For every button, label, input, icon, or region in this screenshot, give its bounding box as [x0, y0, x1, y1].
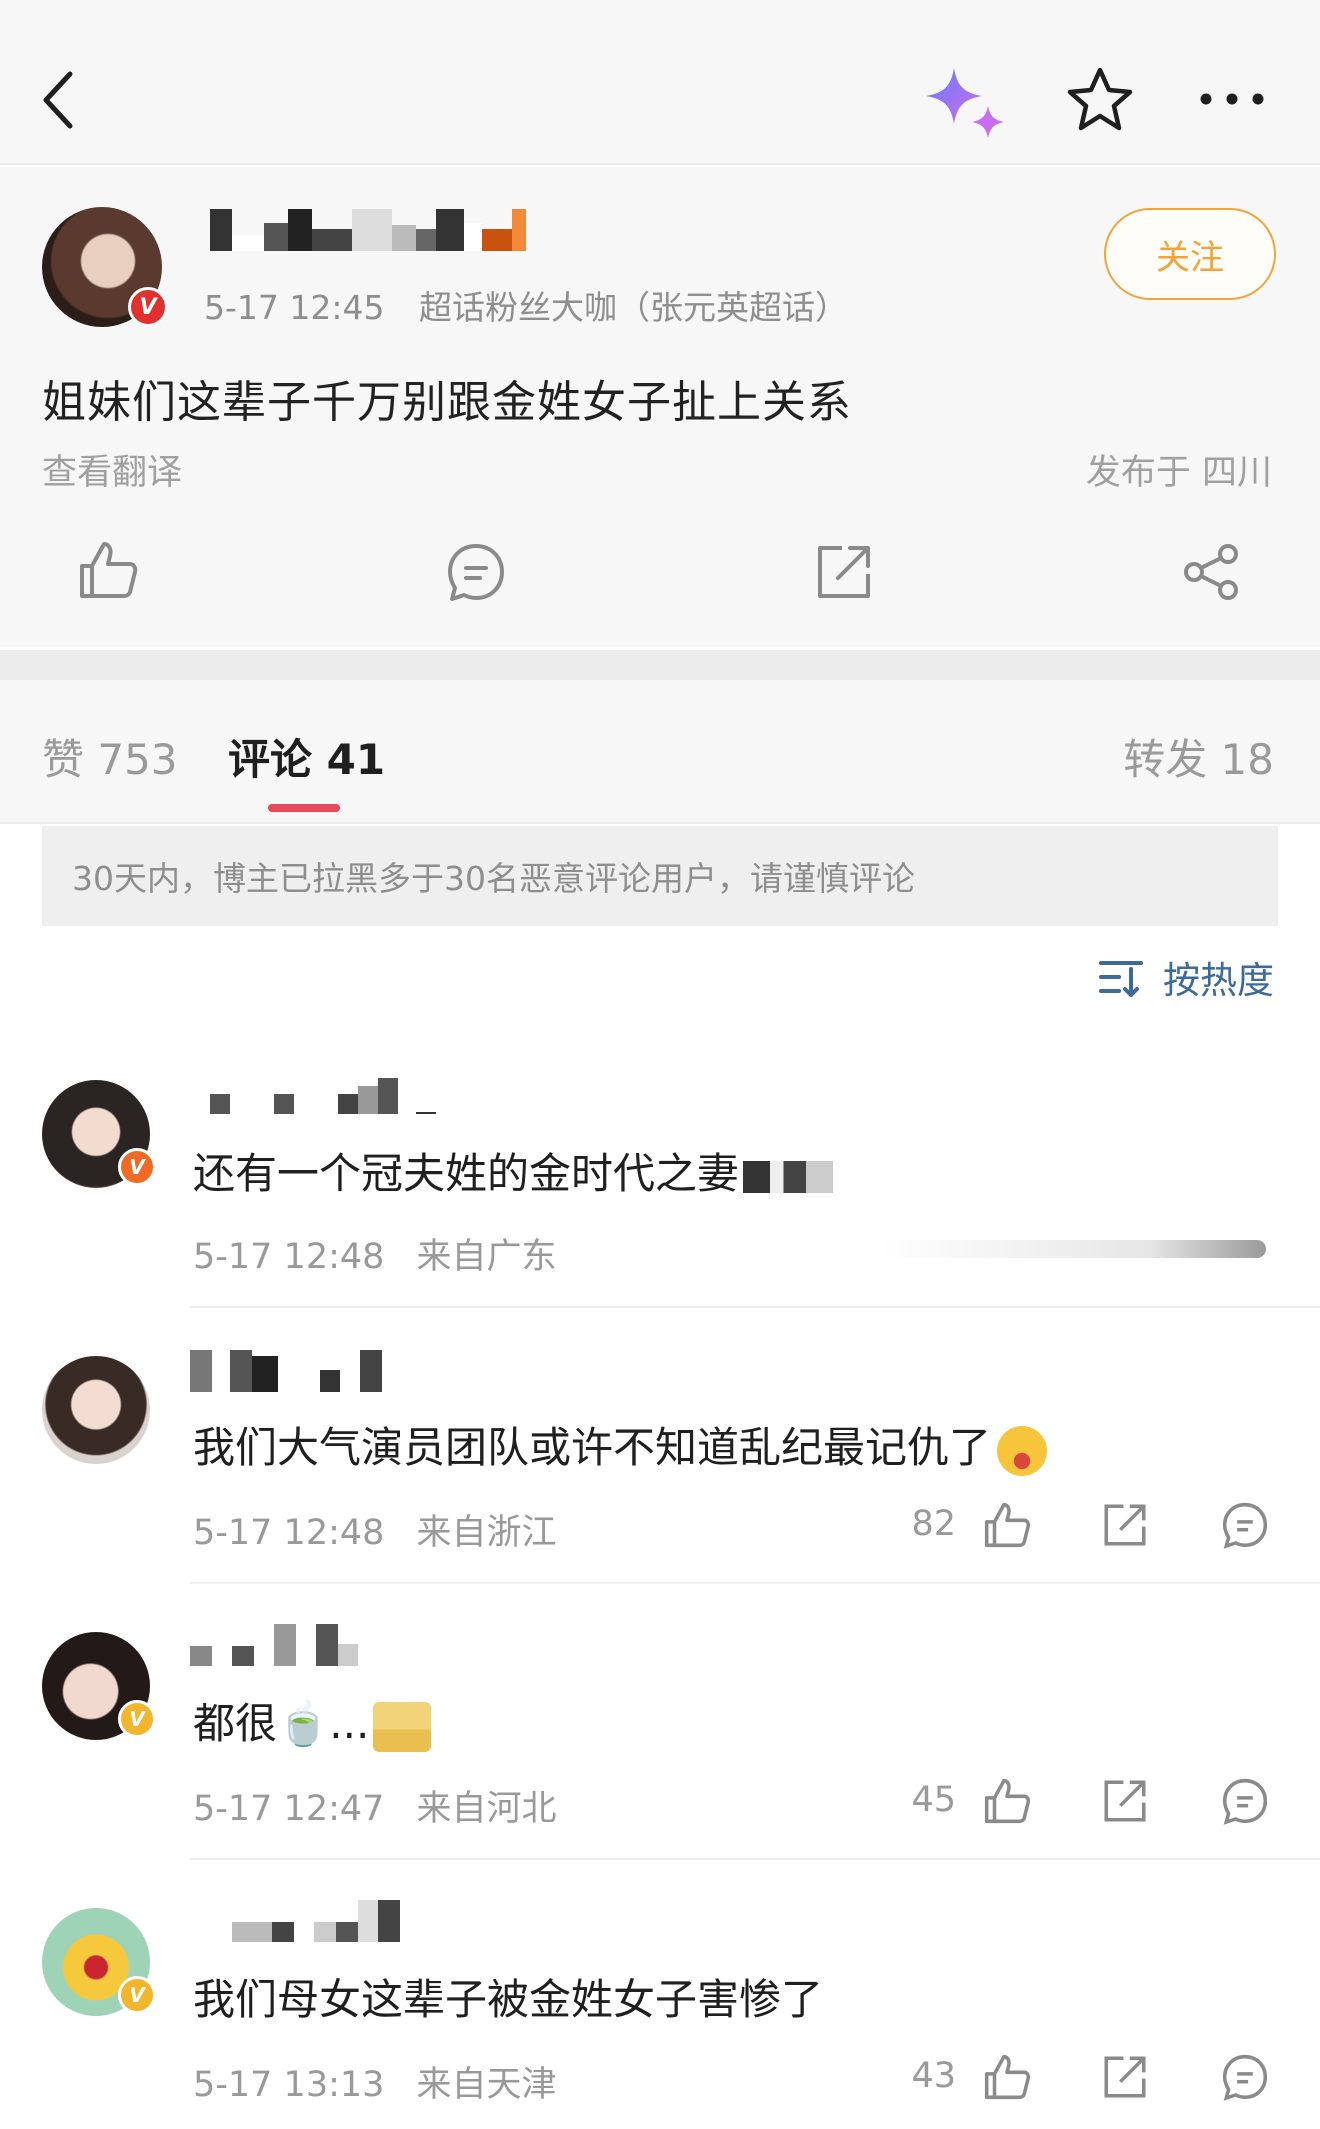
like-icon[interactable]: [76, 538, 140, 602]
repost-icon[interactable]: [1100, 1500, 1150, 1550]
comment-icon[interactable]: [1220, 1500, 1270, 1550]
more-icon[interactable]: [1196, 84, 1268, 114]
follow-button[interactable]: 关注: [1104, 208, 1276, 300]
comment-text: 还有一个冠夫姓的金时代之妻: [193, 1140, 834, 1201]
sort-icon: [1099, 961, 1143, 997]
comment-divider: [190, 1306, 1320, 1308]
like-icon[interactable]: [982, 1776, 1032, 1826]
like-icon[interactable]: [982, 1500, 1032, 1550]
verified-badge: V: [118, 1700, 156, 1738]
comment-icon[interactable]: [444, 540, 508, 604]
share-icon[interactable]: [1180, 540, 1244, 604]
comment-notice: 30天内，博主已拉黑多于30名恶意评论用户，请谨慎评论: [42, 826, 1278, 926]
blurred-action-row: [880, 1240, 1266, 1258]
comment-location: 来自河北: [416, 1789, 557, 1829]
commenter-name-blurred[interactable]: [190, 1624, 358, 1666]
tab-bar: 赞 753 评论 41 转发 18: [0, 680, 1320, 824]
sort-label: 按热度: [1163, 959, 1274, 1002]
repost-icon[interactable]: [1100, 1776, 1150, 1826]
comment-meta: 5-17 12:48 来自广东: [193, 1228, 556, 1279]
comment-meta: 5-17 13:13 来自天津: [193, 2056, 556, 2107]
sparkle-icon[interactable]: [924, 62, 1008, 142]
comment-location: 来自天津: [416, 2065, 557, 2105]
top-bar: [0, 0, 1320, 165]
blurred-emoji: [743, 1160, 834, 1193]
post-time: 5-17 12:45: [204, 288, 385, 327]
verified-badge: V: [118, 1976, 156, 2014]
comment-time: 5-17 13:13: [193, 2065, 385, 2105]
comment-location: 来自广东: [416, 1237, 557, 1277]
comment-text: 都很🍵...: [193, 1690, 432, 1752]
comment-divider: [190, 1858, 1320, 1860]
emoji-icon: [997, 1425, 1048, 1476]
comment-text: 我们大气演员团队或许不知道乱纪最记仇了: [193, 1414, 1048, 1476]
blurred-emoji: [373, 1701, 432, 1752]
commenter-name-blurred[interactable]: [232, 1900, 400, 1942]
verified-badge: V: [118, 1148, 156, 1186]
post-text: 姐妹们这辈子千万别跟金姓女子扯上关系: [42, 377, 852, 428]
comment-meta: 5-17 12:48 来自浙江: [193, 1504, 556, 1555]
active-tab-indicator: [268, 804, 340, 812]
comment-icon[interactable]: [1220, 2052, 1270, 2102]
comment-time: 5-17 12:48: [193, 1237, 385, 1277]
commenter-name-blurred[interactable]: [190, 1350, 382, 1392]
commenter-name-blurred[interactable]: [210, 1078, 436, 1114]
verified-badge: V: [128, 287, 168, 327]
comment-meta: 5-17 12:47 来自河北: [193, 1780, 556, 1831]
section-separator: [0, 650, 1320, 680]
sort-toggle[interactable]: 按热度: [1097, 950, 1274, 1004]
like-count: 43: [911, 2056, 956, 2096]
comment-time: 5-17 12:47: [193, 1789, 385, 1829]
like-count: 82: [911, 1504, 956, 1544]
comment-divider: [190, 1582, 1320, 1584]
star-icon[interactable]: [1064, 64, 1136, 136]
comment-icon[interactable]: [1220, 1776, 1270, 1826]
translate-link[interactable]: 查看翻译: [42, 444, 182, 495]
comment-location: 来自浙江: [416, 1513, 557, 1553]
repost-icon[interactable]: [1100, 2052, 1150, 2102]
tab-comments[interactable]: 评论 41: [228, 726, 385, 787]
like-icon[interactable]: [982, 2052, 1032, 2102]
comment-time: 5-17 12:48: [193, 1513, 385, 1553]
repost-icon[interactable]: [812, 540, 876, 604]
tab-reposts[interactable]: 转发 18: [1123, 726, 1274, 787]
author-name-blurred[interactable]: [210, 209, 526, 251]
post-meta: 5-17 12:45 超话粉丝大咖（张元英超话）: [204, 281, 848, 329]
post-location: 发布于 四川: [1085, 453, 1272, 493]
post-source[interactable]: 超话粉丝大咖（张元英超话）: [419, 288, 848, 327]
tab-likes[interactable]: 赞 753: [42, 726, 178, 787]
back-icon[interactable]: [30, 60, 90, 140]
comment-text: 我们母女这辈子被金姓女子害惨了: [193, 1975, 824, 2024]
commenter-avatar[interactable]: [42, 1356, 150, 1464]
like-count: 45: [911, 1780, 956, 1820]
